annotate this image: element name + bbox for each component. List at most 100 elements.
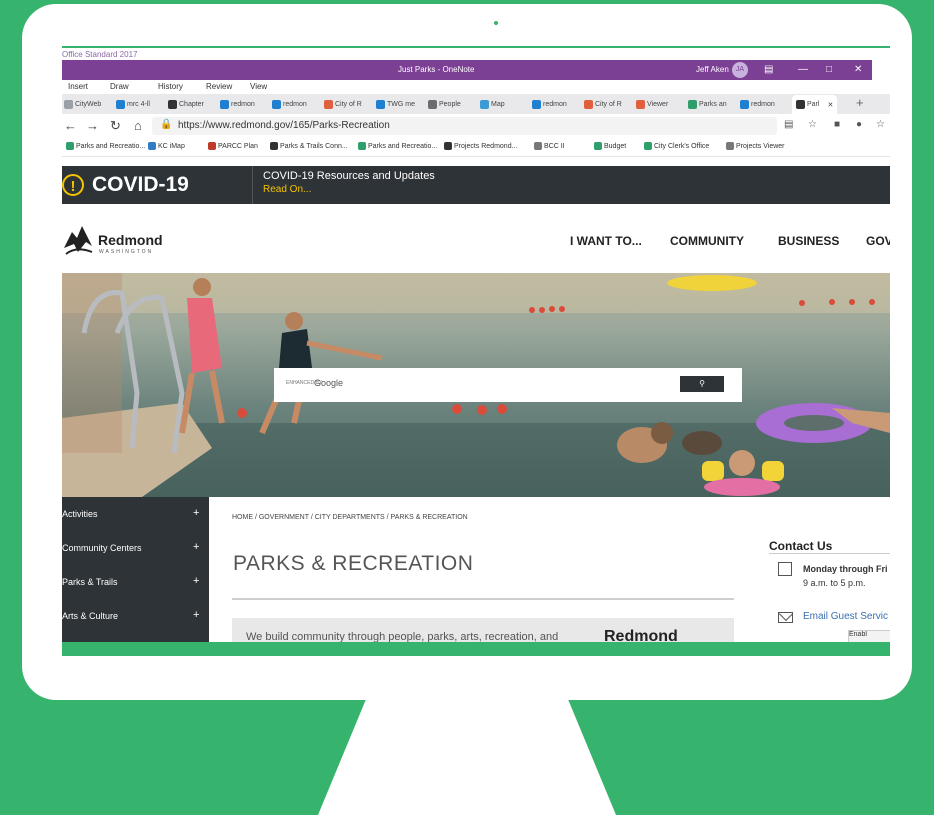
city-icon: [636, 99, 645, 109]
breadcrumb[interactable]: HOME / GOVERNMENT / CITY DEPARTMENTS / P…: [232, 514, 468, 521]
bookmark-icon: [594, 142, 602, 150]
tab-13[interactable]: redmon: [740, 97, 775, 111]
bookmark-item[interactable]: City Clerk's Office: [644, 142, 709, 150]
tab-0[interactable]: CityWeb: [64, 97, 101, 111]
tab-12[interactable]: Parks an: [688, 97, 727, 111]
contact-days: Monday through Fri: [803, 564, 888, 574]
bookmark-item[interactable]: KC iMap: [148, 142, 185, 150]
tab-5[interactable]: City of R: [324, 97, 362, 111]
onenote-user[interactable]: Jeff Aken: [696, 65, 729, 74]
onenote-subtitle: Office Standard 2017: [62, 50, 138, 59]
back-icon[interactable]: ←: [64, 118, 77, 133]
logo-name[interactable]: Redmond: [98, 232, 163, 248]
search-button[interactable]: ⚲: [680, 376, 724, 392]
tab-2[interactable]: Chapter: [168, 97, 204, 111]
tab-label: redmon: [231, 100, 255, 108]
bookmark-item[interactable]: Parks and Recreatio...: [66, 142, 145, 150]
home-icon[interactable]: ⌂: [134, 118, 142, 133]
nav-business[interactable]: BUSINESS: [778, 234, 839, 248]
tab-10[interactable]: City of R: [584, 97, 622, 111]
tab-11[interactable]: Viewer: [636, 97, 668, 111]
bookmark-icon: [534, 142, 542, 150]
refresh-icon[interactable]: ↻: [110, 118, 121, 134]
title-divider: [232, 598, 734, 600]
avatar[interactable]: JA: [732, 62, 748, 78]
bookmark-item[interactable]: BCC II: [534, 142, 565, 150]
bookmark-label: Projects Viewer: [736, 142, 785, 150]
redmond-icon: [796, 100, 805, 109]
bookmark-item[interactable]: Projects Viewer: [726, 142, 785, 150]
forward-icon[interactable]: →: [86, 118, 99, 133]
reading-view-icon[interactable]: ▤: [784, 119, 793, 130]
screen-bottom-edge: [62, 642, 890, 656]
covid-divider: [252, 166, 253, 204]
bookmark-item[interactable]: Parks & Trails Conn...: [270, 142, 348, 150]
site-search[interactable]: ENHANCED BY Google ⚲: [274, 368, 742, 402]
nav-community[interactable]: COMMUNITY: [670, 234, 744, 248]
page-icon: [64, 99, 73, 109]
nav-i-want-to[interactable]: I WANT TO...: [570, 234, 642, 248]
sidebar-item-activities[interactable]: Activities +: [62, 497, 209, 531]
nav-government[interactable]: GOV: [866, 234, 890, 248]
parks-icon: [688, 99, 697, 109]
bookmark-item[interactable]: Projects Redmond...: [444, 142, 517, 150]
profile-icon[interactable]: ●: [856, 119, 862, 130]
bookmark-label: BCC II: [544, 142, 565, 150]
tab-6[interactable]: TWG me: [376, 97, 415, 111]
tab-label: Chapter: [179, 100, 204, 108]
browser-tab-strip: CityWeb mrc 4-ll Chapter redmon redmon City o…: [62, 94, 890, 114]
tab-9[interactable]: redmon: [532, 97, 567, 111]
maximize-icon[interactable]: □: [826, 64, 832, 75]
tab-label: Map: [491, 100, 505, 108]
menu-view[interactable]: View: [250, 82, 267, 91]
city-icon: [324, 99, 333, 109]
menu-insert[interactable]: Insert: [68, 82, 88, 91]
github-icon: [168, 99, 177, 109]
menu-review[interactable]: Review: [206, 82, 232, 91]
tab-8[interactable]: Map: [480, 97, 505, 111]
expand-icon[interactable]: +: [193, 541, 199, 553]
menu-draw[interactable]: Draw: [110, 82, 129, 91]
lock-icon: 🔒: [160, 119, 173, 130]
bing-icon: [532, 99, 541, 109]
bing-icon: [740, 99, 749, 109]
sidebar-item-label: Parks & Trails: [62, 577, 118, 587]
bookmark-icon: [148, 142, 156, 150]
sidebar-item-community-centers[interactable]: Community Centers +: [62, 531, 209, 565]
bing-icon: [220, 99, 229, 109]
minimize-icon[interactable]: —: [798, 64, 808, 75]
tab-1[interactable]: mrc 4-ll: [116, 97, 150, 111]
new-tab-icon[interactable]: +: [856, 95, 864, 110]
bookmark-icon: [644, 142, 652, 150]
ribbon-display-icon[interactable]: ▤: [764, 64, 773, 75]
sidebar-item-parks-trails[interactable]: Parks & Trails +: [62, 565, 209, 599]
redmond-logo-icon[interactable]: [62, 218, 96, 258]
covid-banner[interactable]: ! COVID-19 COVID-19 Resources and Update…: [62, 166, 890, 204]
sidebar-item-arts-culture[interactable]: Arts & Culture +: [62, 599, 209, 633]
menu-history[interactable]: History: [158, 82, 183, 91]
expand-icon[interactable]: +: [193, 609, 199, 621]
favorites-icon[interactable]: ☆: [876, 119, 885, 130]
close-tab-icon[interactable]: ✕: [827, 101, 833, 109]
mail-icon: [778, 612, 793, 623]
bookmark-item[interactable]: Budget: [594, 142, 626, 150]
tab-3[interactable]: redmon: [220, 97, 255, 111]
tab-label: City of R: [335, 100, 362, 108]
url-text[interactable]: https://www.redmond.gov/165/Parks-Recrea…: [178, 120, 390, 131]
contact-email-link[interactable]: Email Guest Servic: [803, 611, 888, 622]
favorite-star-icon[interactable]: ☆: [808, 119, 817, 130]
close-icon[interactable]: ✕: [854, 64, 862, 75]
expand-icon[interactable]: +: [193, 575, 199, 587]
bookmark-item[interactable]: PARCC Plan: [208, 142, 258, 150]
logo-subtitle: WASHINGTON: [99, 249, 154, 255]
tab-14[interactable]: Parl ✕: [792, 95, 838, 114]
extension-icon[interactable]: ■: [834, 119, 840, 130]
expand-icon[interactable]: +: [193, 507, 199, 519]
bookmark-item[interactable]: Parks and Recreatio...: [358, 142, 437, 150]
onenote-menu: Insert Draw History Review View: [62, 80, 890, 94]
tab-4[interactable]: redmon: [272, 97, 307, 111]
bookmark-label: PARCC Plan: [218, 142, 258, 150]
covid-read-on-link[interactable]: Read On...: [263, 184, 311, 195]
tab-7[interactable]: People: [428, 97, 461, 111]
url-field[interactable]: 🔒 https://www.redmond.gov/165/Parks-Recr…: [152, 117, 777, 135]
